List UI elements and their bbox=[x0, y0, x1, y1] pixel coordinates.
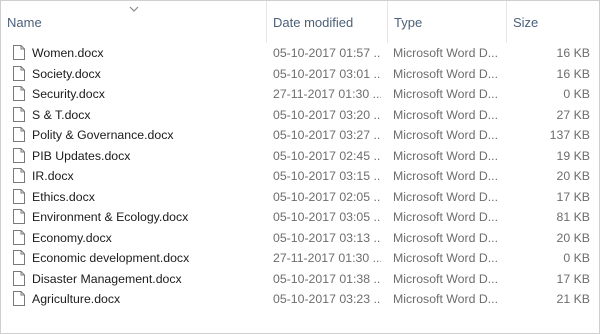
file-type: Microsoft Word D... bbox=[393, 189, 498, 204]
file-date-modified: 05-10-2017 03:13 ... bbox=[273, 230, 381, 245]
document-icon bbox=[13, 291, 25, 306]
file-name: Ethics.docx bbox=[32, 189, 95, 204]
file-name: Disaster Management.docx bbox=[32, 271, 182, 286]
document-icon bbox=[13, 45, 25, 60]
file-date-modified: 05-10-2017 03:23 ... bbox=[273, 292, 381, 306]
column-header-bar: Name Date modified Type Size bbox=[1, 1, 599, 43]
file-type: Microsoft Word D... bbox=[393, 169, 498, 183]
file-name: Polity & Governance.docx bbox=[32, 128, 174, 142]
file-size: 0 KB bbox=[563, 251, 590, 265]
document-icon bbox=[13, 86, 25, 101]
file-date-modified: 27-11-2017 01:30 ... bbox=[273, 87, 381, 101]
document-icon bbox=[13, 147, 25, 163]
file-row[interactable]: Environment & Ecology.docx 05-10-2017 03:… bbox=[1, 207, 599, 228]
document-icon bbox=[13, 168, 25, 183]
file-date-modified: 05-10-2017 01:38 ... bbox=[273, 271, 381, 286]
file-size: 21 KB bbox=[556, 292, 591, 306]
document-icon bbox=[13, 106, 25, 122]
file-row[interactable]: Society.docx 05-10-2017 03:01 ... Microsof… bbox=[1, 64, 599, 85]
file-type: Microsoft Word D... bbox=[393, 210, 498, 224]
file-size: 19 KB bbox=[556, 148, 591, 163]
file-row[interactable]: Economy.docx 05-10-2017 03:13 ... Microsof… bbox=[1, 228, 599, 249]
file-date-modified: 05-10-2017 03:20 ... bbox=[273, 107, 381, 122]
file-date-modified: 05-10-2017 02:45 ... bbox=[273, 148, 381, 163]
file-date-modified: 05-10-2017 03:05 ... bbox=[273, 210, 381, 224]
file-date-modified: 05-10-2017 03:27 ... bbox=[273, 128, 381, 142]
column-header-size[interactable]: Size bbox=[506, 1, 599, 43]
file-row[interactable]: S & T.docx 05-10-2017 03:20 ... Microsoft … bbox=[1, 105, 599, 126]
document-icon bbox=[13, 188, 25, 204]
file-date-modified: 05-10-2017 02:05 ... bbox=[273, 189, 381, 204]
file-size: 0 KB bbox=[563, 87, 590, 101]
file-name: Women.docx bbox=[32, 46, 104, 60]
file-size: 16 KB bbox=[556, 46, 591, 60]
file-name: IR.docx bbox=[32, 169, 74, 183]
file-name: PIB Updates.docx bbox=[32, 148, 131, 163]
document-icon bbox=[13, 229, 25, 245]
file-type: Microsoft Word D... bbox=[393, 148, 498, 163]
file-name: Agriculture.docx bbox=[32, 292, 121, 306]
file-size: 137 KB bbox=[549, 128, 590, 142]
document-icon bbox=[13, 209, 25, 224]
file-size: 20 KB bbox=[556, 169, 591, 183]
file-row[interactable]: PIB Updates.docx 05-10-2017 02:45 ... Micr… bbox=[1, 146, 599, 167]
file-type: Microsoft Word D... bbox=[393, 292, 498, 306]
file-date-modified: 05-10-2017 03:15 ... bbox=[273, 169, 381, 183]
file-size: 17 KB bbox=[556, 189, 591, 204]
file-row[interactable]: Polity & Governance.docx 05-10-2017 03:27… bbox=[1, 125, 599, 146]
column-header-date-modified[interactable]: Date modified bbox=[266, 1, 387, 43]
file-row[interactable]: Women.docx 05-10-2017 01:57 ... Microsoft … bbox=[1, 43, 599, 64]
file-type: Microsoft Word D... bbox=[393, 87, 498, 101]
file-list-view: Name Date modified Type Size Women.docx 0… bbox=[0, 0, 600, 334]
file-type: Microsoft Word D... bbox=[393, 128, 498, 142]
file-type: Microsoft Word D... bbox=[393, 230, 498, 245]
file-row[interactable]: Disaster Management.docx 05-10-2017 01:38… bbox=[1, 269, 599, 290]
file-type: Microsoft Word D... bbox=[393, 107, 498, 122]
file-name: Economy.docx bbox=[32, 230, 112, 245]
document-icon bbox=[13, 250, 25, 265]
file-date-modified: 05-10-2017 03:01 ... bbox=[273, 66, 381, 81]
file-name: Economic development.docx bbox=[32, 251, 190, 265]
file-type: Microsoft Word D... bbox=[393, 46, 498, 60]
file-size: 27 KB bbox=[556, 107, 591, 122]
file-rows: Women.docx 05-10-2017 01:57 ... Microsoft … bbox=[1, 43, 599, 310]
file-size: 16 KB bbox=[556, 66, 591, 81]
file-name: Environment & Ecology.docx bbox=[32, 210, 189, 224]
document-icon bbox=[13, 127, 25, 142]
file-date-modified: 05-10-2017 01:57 ... bbox=[273, 46, 381, 60]
document-icon bbox=[13, 65, 25, 81]
file-type: Microsoft Word D... bbox=[393, 251, 498, 265]
file-row[interactable]: Ethics.docx 05-10-2017 02:05 ... Microsoft… bbox=[1, 187, 599, 208]
column-header-name[interactable]: Name bbox=[1, 1, 266, 43]
column-header-type[interactable]: Type bbox=[387, 1, 506, 43]
file-row[interactable]: Economic development.docx 27-11-2017 01:3… bbox=[1, 248, 599, 269]
file-name: S & T.docx bbox=[32, 107, 91, 122]
file-size: 20 KB bbox=[556, 230, 591, 245]
file-row[interactable]: IR.docx 05-10-2017 03:15 ... Microsoft Wor… bbox=[1, 166, 599, 187]
file-name: Society.docx bbox=[32, 66, 101, 81]
document-icon bbox=[13, 270, 25, 286]
file-row[interactable]: Security.docx 27-11-2017 01:30 ... Microso… bbox=[1, 84, 599, 105]
file-type: Microsoft Word D... bbox=[393, 271, 498, 286]
file-type: Microsoft Word D... bbox=[393, 66, 498, 81]
file-name: Security.docx bbox=[32, 87, 105, 101]
file-date-modified: 27-11-2017 01:30 ... bbox=[273, 251, 381, 265]
file-size: 81 KB bbox=[556, 210, 591, 224]
file-row[interactable]: Agriculture.docx 05-10-2017 03:23 ... Micr… bbox=[1, 289, 599, 310]
file-size: 17 KB bbox=[556, 271, 591, 286]
